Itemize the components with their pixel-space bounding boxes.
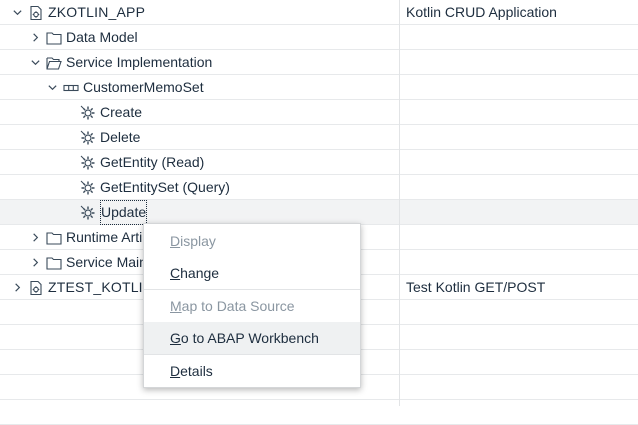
menu-item-go-to-abap-workbench[interactable]: Go to ABAP Workbench [144, 322, 360, 354]
tree-node: CustomerMemoSet [45, 75, 204, 100]
tree-node: GetEntity (Read) [80, 150, 204, 175]
mnemonic: M [170, 298, 182, 314]
context-menu: Display Change Map to Data Source Go to … [143, 223, 361, 388]
mnemonic: D [170, 363, 181, 379]
menu-item-display[interactable]: Display [144, 225, 360, 257]
gear-operation-icon [80, 100, 98, 125]
tree-row-zkotlin-app[interactable]: ZKOTLIN_APP Kotlin CRUD Application [0, 0, 638, 25]
tree-node-label: Data Model [66, 29, 138, 45]
tree-row-getentityset[interactable]: GetEntitySet (Query) [0, 175, 638, 200]
tree-node-label: GetEntity (Read) [100, 154, 205, 170]
chevron-down-icon[interactable] [28, 50, 42, 75]
menu-item-label: isplay [180, 233, 216, 249]
chevron-right-icon[interactable] [28, 25, 42, 50]
tree-row-delete[interactable]: Delete [0, 125, 638, 150]
service-project-icon [28, 0, 46, 25]
tree-node-label: Delete [100, 129, 141, 145]
service-project-icon [28, 275, 46, 300]
tree-node: Create [80, 100, 142, 125]
tree-node-label: Service Implementation [66, 54, 213, 70]
tree-node-label: Update [100, 200, 148, 225]
menu-item-label: o to ABAP Workbench [180, 330, 319, 346]
menu-item-map-to-data-source[interactable]: Map to Data Source [144, 290, 360, 322]
tree-node: Update [80, 200, 148, 225]
tree-row-create[interactable]: Create [0, 100, 638, 125]
gear-operation-icon [80, 150, 98, 175]
tree-node: Runtime Arti [28, 225, 142, 250]
tree-node: Service Implementation [28, 50, 212, 75]
tree-node-label: CustomerMemoSet [83, 79, 204, 95]
tree-node: ZKOTLIN_APP [10, 0, 145, 25]
chevron-down-icon[interactable] [45, 75, 59, 100]
tree-row-update[interactable]: Update [0, 200, 638, 225]
tree-node-label: Service Main [66, 254, 147, 270]
folder-icon [46, 250, 64, 275]
tree-node: Data Model [28, 25, 138, 50]
menu-item-details[interactable]: Details [144, 355, 360, 387]
tree-node-label: ZTEST_KOTLIN [48, 279, 154, 295]
tree-node-description: Kotlin CRUD Application [406, 4, 557, 20]
mnemonic: D [170, 233, 181, 249]
tree-node: ZTEST_KOTLIN [10, 275, 153, 300]
gear-operation-icon [80, 125, 98, 150]
tree-row-getentity[interactable]: GetEntity (Read) [0, 150, 638, 175]
folder-icon [46, 225, 64, 250]
folder-icon [46, 25, 64, 50]
tree-row-service-implementation[interactable]: Service Implementation [0, 50, 638, 75]
tree-node: Delete [80, 125, 140, 150]
menu-item-label: ap to Data Source [181, 298, 295, 314]
tree-row-data-model[interactable]: Data Model [0, 25, 638, 50]
column-divider[interactable] [399, 0, 400, 406]
gear-operation-icon [80, 175, 98, 200]
mnemonic: G [170, 330, 181, 346]
mnemonic: C [170, 265, 181, 281]
tree-node: Service Main [28, 250, 147, 275]
menu-item-label: etails [180, 363, 213, 379]
menu-item-label: hange [180, 265, 220, 281]
entity-set-icon [63, 75, 81, 100]
chevron-right-icon[interactable] [28, 250, 42, 275]
tree-node-label: ZKOTLIN_APP [48, 4, 146, 20]
tree-node-label: Create [100, 104, 143, 120]
tree-node: GetEntitySet (Query) [80, 175, 230, 200]
tree-node-label: GetEntitySet (Query) [100, 179, 230, 195]
folder-open-icon [46, 50, 64, 75]
tree-row-customermemoset[interactable]: CustomerMemoSet [0, 75, 638, 100]
chevron-right-icon[interactable] [28, 225, 42, 250]
tree-node-description: Test Kotlin GET/POST [406, 279, 546, 295]
tree-row-empty [0, 400, 638, 425]
tree-node-label: Runtime Arti [66, 229, 143, 245]
menu-item-change[interactable]: Change [144, 257, 360, 289]
gear-operation-icon [80, 200, 98, 225]
chevron-down-icon[interactable] [10, 0, 24, 25]
chevron-right-icon[interactable] [10, 275, 24, 300]
